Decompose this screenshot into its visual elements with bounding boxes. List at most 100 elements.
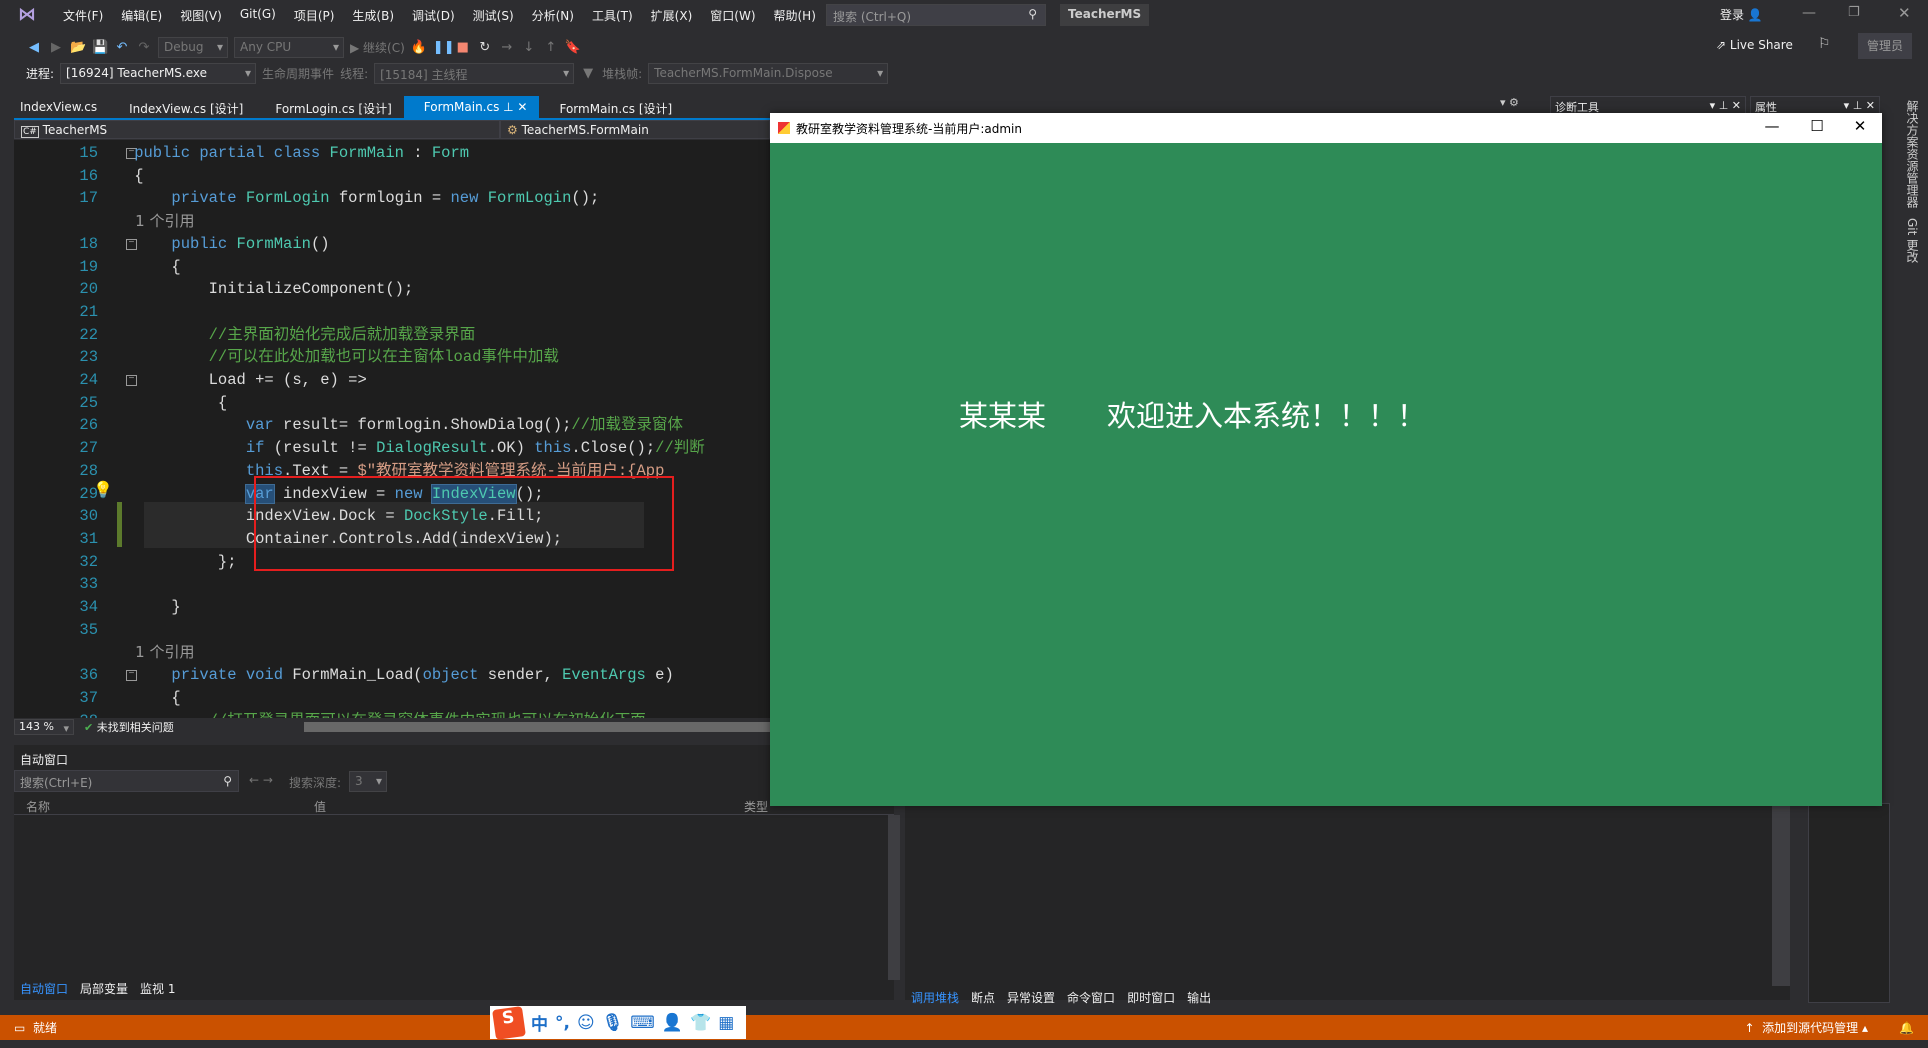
tab-document[interactable]: IndexView.cs: [0, 96, 109, 118]
menu-item[interactable]: 编辑(E): [112, 7, 171, 24]
pause-icon[interactable]: ❚❚: [433, 40, 455, 55]
open-icon[interactable]: 📂: [70, 40, 86, 55]
hot-reload-icon[interactable]: 🔥: [411, 40, 427, 55]
forward-icon[interactable]: ▶: [48, 40, 64, 55]
bookmark-icon[interactable]: 🔖: [565, 40, 581, 55]
callstack-bottom-tabs: 调用堆栈 断点 异常设置 命令窗口 即时窗口 输出: [905, 986, 1217, 1008]
menu-item[interactable]: 工具(T): [583, 7, 642, 24]
menu-item[interactable]: 测试(S): [464, 7, 523, 24]
panel-tab[interactable]: 调用堆栈: [911, 989, 959, 1005]
zoom-select[interactable]: 143 %: [14, 719, 74, 735]
tab-document[interactable]: IndexView.cs [设计]: [109, 96, 255, 118]
close-button[interactable]: ✕: [1898, 4, 1911, 22]
solution-explorer-tab[interactable]: 解决方案资源管理器: [1904, 100, 1921, 208]
microphone-icon[interactable]: 🎙: [602, 1013, 624, 1033]
emoji-icon[interactable]: ☺: [577, 1013, 595, 1033]
codelens-references[interactable]: 1 个引用: [97, 212, 194, 230]
user-icon[interactable]: 👤: [662, 1013, 683, 1033]
menu-item[interactable]: 分析(N): [523, 7, 583, 24]
menu-item[interactable]: 文件(F): [54, 7, 112, 24]
continue-button[interactable]: ▶ 继续(C): [350, 39, 405, 56]
form-minimize-button[interactable]: —: [1752, 117, 1792, 135]
skin-icon[interactable]: 👕: [690, 1013, 711, 1033]
undo-icon[interactable]: ↶: [114, 40, 130, 55]
sogou-logo-icon[interactable]: S: [492, 1005, 526, 1040]
panel-tab[interactable]: 监视 1: [140, 980, 175, 996]
add-source-control-button[interactable]: ↑ 添加到源代码管理 ▴: [1744, 1019, 1868, 1036]
step-out-icon[interactable]: ↑: [543, 40, 559, 55]
vertical-scrollbar[interactable]: [888, 815, 900, 980]
menu-item[interactable]: 视图(V): [171, 7, 231, 24]
menu-item[interactable]: 帮助(H): [765, 7, 825, 24]
code-token: var: [97, 416, 284, 435]
minimize-button[interactable]: —: [1802, 5, 1816, 21]
save-icon[interactable]: 💾: [92, 40, 108, 55]
tab-document[interactable]: FormMain.cs ⊥ ✕: [403, 96, 540, 118]
panel-tab[interactable]: 自动窗口: [20, 980, 68, 996]
punctuation-icon[interactable]: °,: [555, 1013, 570, 1033]
stop-icon[interactable]: ■: [455, 40, 471, 55]
thread-select[interactable]: [15184] 主线程: [374, 62, 575, 84]
search-input[interactable]: 搜索 (Ctrl+Q) ⚲: [826, 4, 1046, 26]
config-select[interactable]: Debug: [158, 36, 228, 58]
menu-item[interactable]: 生成(B): [343, 7, 403, 24]
menu-item[interactable]: 窗口(W): [701, 7, 764, 24]
tab-document[interactable]: FormMain.cs [设计]: [539, 96, 684, 118]
back-icon[interactable]: ◀: [26, 40, 42, 55]
codelens-references[interactable]: 1 个引用: [97, 643, 194, 661]
step-into-icon[interactable]: ↓: [521, 40, 537, 55]
toolbox-icon[interactable]: ▦: [718, 1013, 734, 1033]
diag-panel-menu[interactable]: ▾ ⚙: [1500, 96, 1548, 112]
panel-tab[interactable]: 即时窗口: [1127, 989, 1175, 1005]
panel-tab[interactable]: 输出: [1187, 989, 1211, 1005]
autos-search-input[interactable]: 搜索(Ctrl+E) ⚲: [14, 770, 239, 792]
platform-select[interactable]: Any CPU: [234, 36, 344, 58]
depth-select[interactable]: 3: [349, 771, 387, 792]
code-token: if: [97, 439, 274, 458]
panel-tab[interactable]: 局部变量: [80, 980, 128, 996]
lifecycle-events-button[interactable]: 生命周期事件: [262, 65, 334, 82]
restart-icon[interactable]: ↻: [477, 40, 493, 55]
keyboard-icon[interactable]: ⌨: [630, 1013, 655, 1033]
nav-arrows[interactable]: ← →: [249, 773, 273, 787]
feedback-icon[interactable]: ⚐: [1818, 36, 1831, 52]
horizontal-scrollbar[interactable]: [303, 722, 770, 732]
chinese-mode-icon[interactable]: 中: [531, 1010, 548, 1035]
tab-pin-close-icon[interactable]: ⊥ ✕: [499, 100, 527, 114]
login-link[interactable]: 登录 👤: [1720, 6, 1763, 23]
project-select[interactable]: C# TeacherMS: [14, 120, 500, 139]
pin-close-icons[interactable]: ▾ ⊥ ✕: [1710, 99, 1741, 112]
form-main-window: 教研室教学资料管理系统-当前用户:admin — ☐ ✕ 某某某 欢迎进入本系统…: [770, 113, 1882, 806]
git-changes-tab[interactable]: Git 更改: [1904, 218, 1921, 263]
form-maximize-button[interactable]: ☐: [1797, 117, 1837, 135]
class-icon: ⚙: [507, 123, 518, 137]
live-share-button[interactable]: ⇗ Live Share: [1716, 38, 1793, 52]
step-over-icon[interactable]: →: [499, 40, 515, 55]
code-text: InitializeComponent();: [97, 278, 414, 301]
redo-icon[interactable]: ↷: [136, 40, 152, 55]
menu-item[interactable]: 项目(P): [285, 7, 344, 24]
stack-frame-select[interactable]: TeacherMS.FormMain.Dispose: [648, 62, 889, 84]
filter-icon[interactable]: ▼: [580, 66, 596, 81]
issues-status[interactable]: ✔ 未找到相关问题: [84, 719, 174, 735]
pin-close-icons[interactable]: ▾ ⊥ ✕: [1844, 99, 1875, 112]
restore-button[interactable]: ❐: [1848, 5, 1860, 20]
code-editor[interactable]: 15− public partial class FormMain : Form…: [14, 140, 770, 718]
tab-document[interactable]: FormLogin.cs [设计]: [255, 96, 403, 118]
menu-item[interactable]: 调试(D): [403, 7, 464, 24]
lightbulb-icon[interactable]: 💡: [93, 480, 113, 499]
form-close-button[interactable]: ✕: [1840, 117, 1880, 135]
process-select[interactable]: [16924] TeacherMS.exe: [60, 62, 257, 84]
class-select[interactable]: ⚙ TeacherMS.FormMain: [500, 120, 770, 139]
code-token: //主界面初始化完成后就加载登录界面: [97, 325, 476, 344]
code-line: 1 个引用: [14, 210, 770, 233]
menu-item[interactable]: 扩展(X): [642, 7, 702, 24]
panel-tab[interactable]: 断点: [971, 989, 995, 1005]
notification-icon[interactable]: 🔔: [1899, 1021, 1914, 1035]
panel-tab[interactable]: 异常设置: [1007, 989, 1055, 1005]
panel-tab[interactable]: 命令窗口: [1067, 989, 1115, 1005]
code-text: {: [97, 392, 227, 415]
code-line: 23 //可以在此处加载也可以在主窗体load事件中加载: [14, 346, 770, 369]
menu-item[interactable]: Git(G): [231, 7, 285, 24]
code-token: sender,: [487, 666, 563, 685]
